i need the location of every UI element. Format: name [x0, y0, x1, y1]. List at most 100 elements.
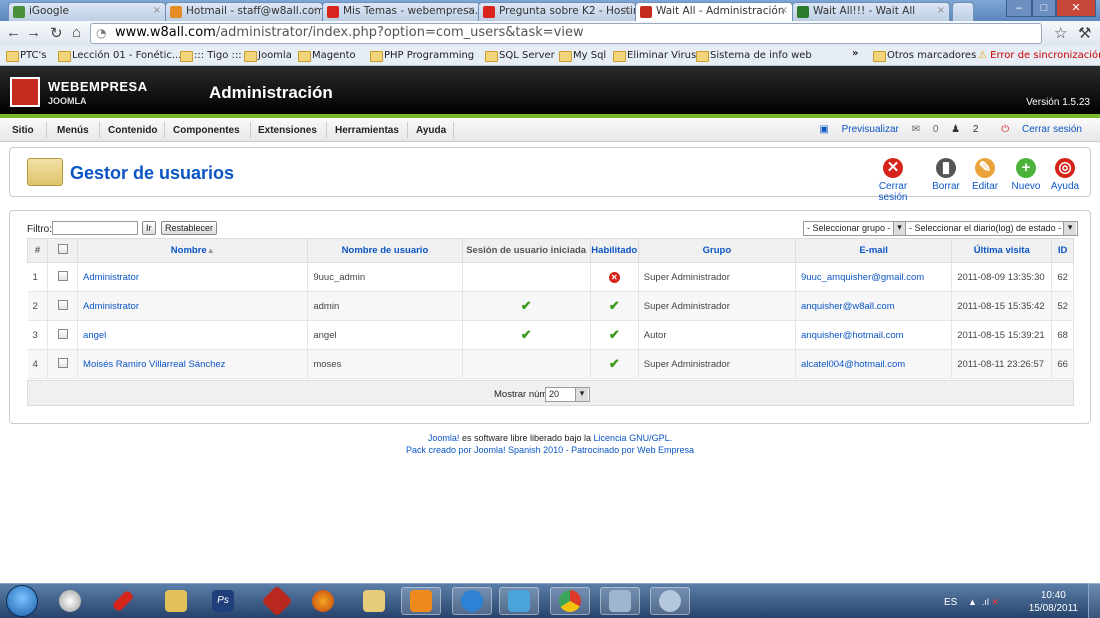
preview-link[interactable]: ▣ Previsualizar [819, 124, 898, 135]
tab-2[interactable]: Hotmail - staff@w8all.com × [165, 2, 323, 21]
tab-1[interactable]: iGoogle × [8, 2, 166, 21]
start-button[interactable] [6, 585, 38, 617]
bookmark-item[interactable]: Lección 01 - Fonétic... [58, 50, 181, 62]
reset-button[interactable]: Restablecer [161, 221, 218, 235]
forward-icon[interactable]: → [26, 24, 41, 41]
plus-button[interactable]: + Nuevo [1011, 158, 1041, 192]
menu-item[interactable]: Herramientas [335, 125, 399, 136]
email-link[interactable]: anquisher@hotmail.com [801, 330, 904, 341]
menu-item[interactable]: Sitio [12, 125, 34, 136]
logout-button[interactable]: ✕ Cerrar sesión [865, 158, 921, 203]
tab-close-icon[interactable]: × [623, 5, 631, 16]
filezilla-icon[interactable] [257, 585, 297, 617]
menu-item[interactable]: Contenido [108, 125, 157, 136]
pin-app-icon[interactable] [103, 587, 143, 615]
col-last-visit[interactable]: Última visita [951, 238, 1053, 263]
logout-link[interactable]: ⏻ Cerrar sesión [991, 124, 1082, 135]
home-icon[interactable]: ⌂ [72, 24, 81, 41]
license-link[interactable]: Licencia GNU/GPL. [594, 433, 673, 443]
clock[interactable]: 10:40 15/08/2011 [1029, 589, 1078, 615]
show-desktop-button[interactable] [1088, 583, 1100, 618]
col-name[interactable]: Nombre▲ [77, 238, 309, 263]
col-email[interactable]: E-mail [794, 238, 953, 263]
help-button[interactable]: ◎ Ayuda [1050, 158, 1080, 192]
user-name-link[interactable]: angel [83, 330, 106, 341]
log-status-select[interactable]: - Seleccionar el diario(log) de estado - [905, 221, 1079, 236]
row-checkbox[interactable] [57, 270, 68, 281]
bookmark-item[interactable]: Joomla [244, 50, 292, 62]
system-tray[interactable]: ▲ .ıl ✕ [968, 597, 999, 608]
explorer-icon[interactable] [354, 587, 394, 615]
paint-icon[interactable] [650, 587, 690, 615]
other-bookmarks[interactable]: Otros marcadores [873, 50, 976, 62]
col-enabled[interactable]: Habilitado [589, 238, 639, 263]
bookmark-item[interactable]: Sistema de info web [696, 50, 812, 62]
clock-app-icon[interactable] [50, 587, 90, 615]
tab-close-icon[interactable]: × [937, 5, 945, 16]
bookmark-item[interactable]: Magento [298, 50, 356, 62]
bookmarks-overflow[interactable]: » [852, 48, 858, 59]
maximize-icon[interactable]: □ [1032, 0, 1056, 17]
tab-5[interactable]: Wait All - Administración × [635, 2, 793, 21]
back-icon[interactable]: ← [6, 24, 21, 41]
reload-icon[interactable]: ↻ [50, 24, 63, 42]
users-app-icon[interactable] [499, 587, 539, 615]
select-all-checkbox[interactable] [57, 244, 68, 254]
tab-close-icon[interactable]: × [153, 5, 161, 16]
ie-icon[interactable] [452, 587, 492, 615]
email-link[interactable]: 9uuc_amquisher@gmail.com [801, 272, 924, 283]
photoshop-icon[interactable]: Ps [203, 587, 243, 615]
group-select[interactable]: - Seleccionar grupo - [803, 221, 908, 236]
tab-close-icon[interactable]: × [467, 5, 475, 16]
menu-item[interactable]: Componentes [173, 125, 240, 136]
col-id[interactable]: ID [1051, 238, 1074, 263]
pencil-button[interactable]: ✎ Editar [970, 158, 1000, 192]
bookmark-item[interactable]: SQL Server [485, 50, 555, 62]
address-bar[interactable]: ◔ www.w8all.com/administrator/index.php?o… [90, 23, 1042, 44]
row-checkbox[interactable] [57, 328, 68, 339]
sync-error[interactable]: ⚠ Error de sincronización [978, 50, 1100, 61]
close-icon[interactable]: ✕ [1056, 0, 1096, 17]
go-button[interactable]: Ir [142, 221, 156, 235]
email-link[interactable]: anquisher@w8all.com [801, 301, 895, 312]
media-player-icon[interactable] [401, 587, 441, 615]
folder-app-icon[interactable] [156, 587, 196, 615]
trash-button[interactable]: ▮ Borrar [930, 158, 962, 192]
user-name-link[interactable]: Administrator [83, 272, 139, 283]
new-tab-button[interactable] [952, 2, 974, 21]
tab-6[interactable]: Wait All!!! - Wait All × [792, 2, 950, 21]
user-name-link[interactable]: Administrator [83, 301, 139, 312]
bookmark-item[interactable]: PHP Programming [370, 50, 474, 62]
check-icon[interactable]: ✔ [609, 298, 620, 313]
footer-credit[interactable]: Pack creado por Joomla! Spanish 2010 - P… [0, 445, 1100, 455]
limit-select[interactable]: 20 [545, 387, 590, 402]
col-username[interactable]: Nombre de usuario [307, 238, 463, 263]
bookmark-item[interactable]: PTC's [6, 50, 47, 62]
language-indicator[interactable]: ES [944, 597, 957, 608]
row-checkbox[interactable] [57, 357, 68, 368]
tab-close-icon[interactable]: × [780, 5, 788, 16]
joomla-link[interactable]: Joomla! [428, 433, 460, 443]
bookmark-item[interactable]: Eliminar Virus [613, 50, 696, 62]
bookmark-item[interactable]: ::: Tigo ::: [180, 50, 242, 62]
star-icon[interactable]: ☆ [1054, 24, 1067, 42]
firefox-icon[interactable] [303, 587, 343, 615]
row-checkbox[interactable] [57, 299, 68, 310]
col-group[interactable]: Grupo [637, 238, 797, 263]
check-icon[interactable]: ✔ [609, 356, 620, 371]
tab-4[interactable]: Pregunta sobre K2 - Hosting × [478, 2, 636, 21]
chrome-icon[interactable] [550, 587, 590, 615]
menu-item[interactable]: Ayuda [416, 125, 446, 136]
filter-input[interactable] [52, 221, 138, 235]
minimize-icon[interactable]: – [1006, 0, 1032, 17]
remote-desktop-icon[interactable] [600, 587, 640, 615]
wrench-icon[interactable]: ⚒ [1078, 24, 1091, 42]
tab-close-icon[interactable]: × [310, 5, 318, 16]
bookmark-item[interactable]: My Sql [559, 50, 606, 62]
messages-count[interactable]: ✉ 0 [912, 124, 939, 135]
user-name-link[interactable]: Moisés Ramiro Villarreal Sánchez [83, 359, 225, 370]
menu-item[interactable]: Extensiones [258, 125, 317, 136]
menu-item[interactable]: Menús [57, 125, 89, 136]
check-icon[interactable]: ✔ [609, 327, 620, 342]
email-link[interactable]: alcatel004@hotmail.com [801, 359, 905, 370]
